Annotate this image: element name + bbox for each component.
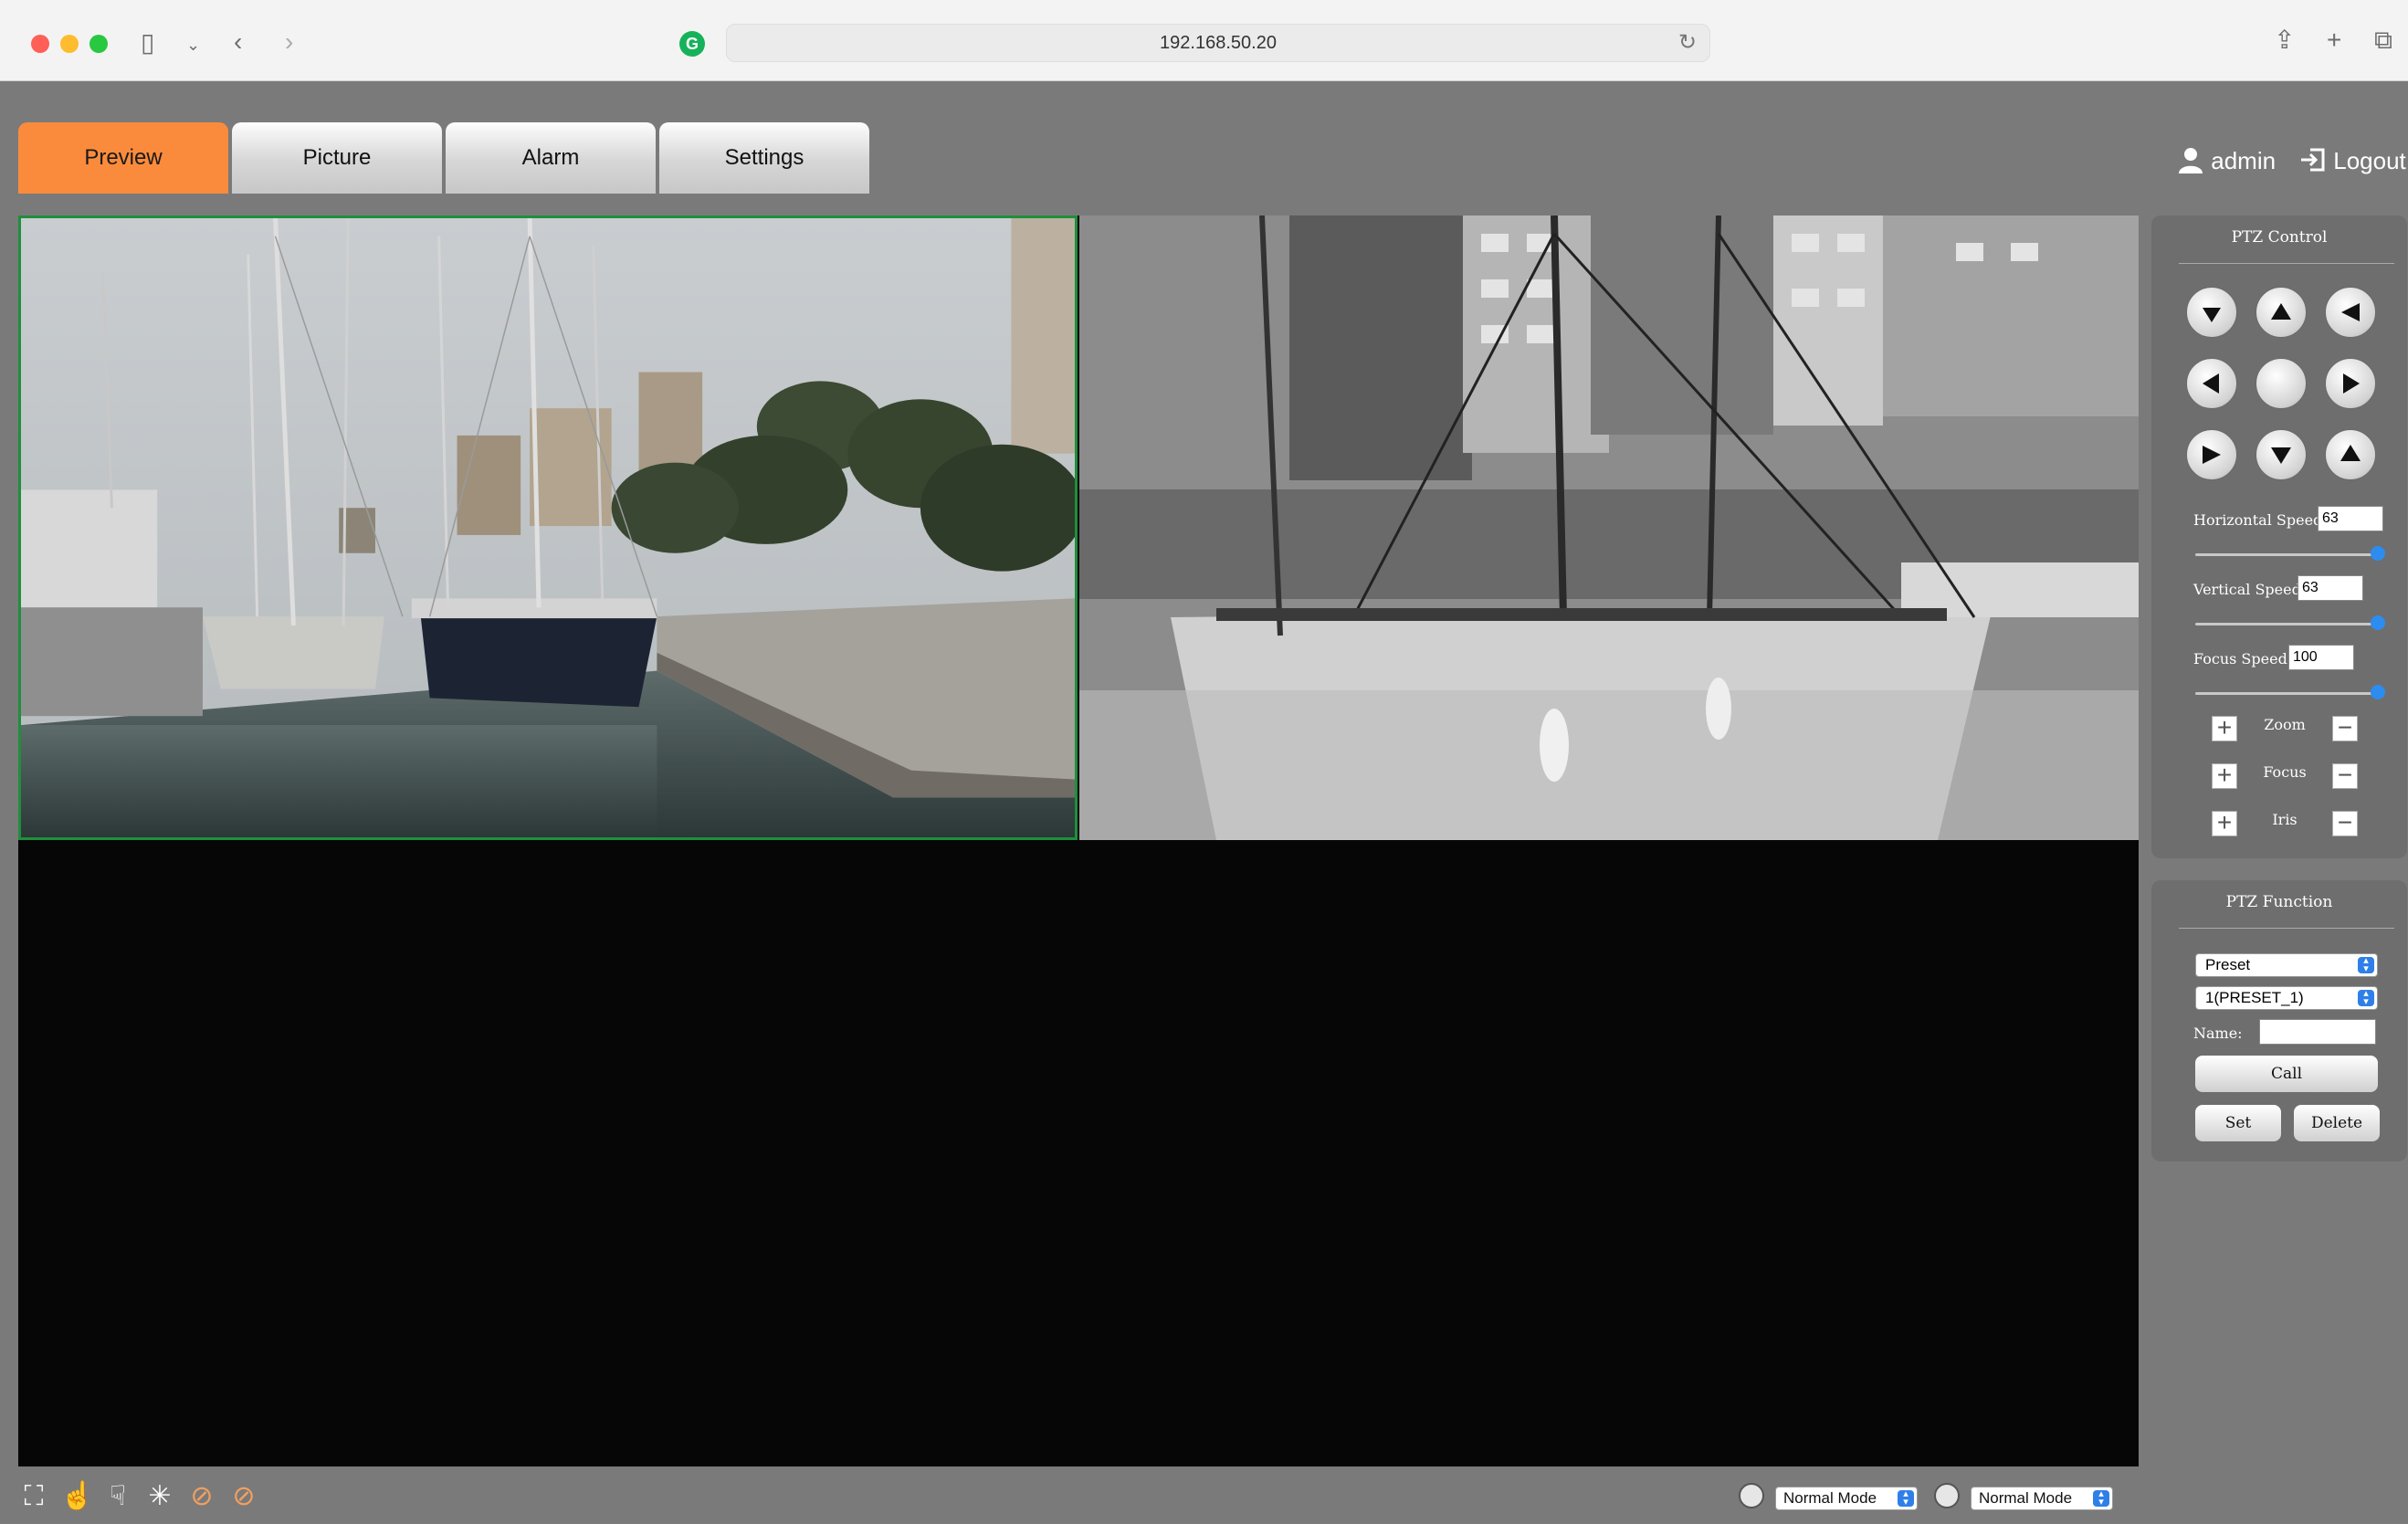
ptz-up-button[interactable]	[2256, 287, 2307, 338]
ptz-function-title: PTZ Function	[2225, 893, 2333, 911]
zoom-out-button[interactable]: −	[2332, 715, 2358, 741]
zoom-label: Zoom	[2264, 716, 2306, 733]
call-preset-button[interactable]: Call	[2195, 1056, 2378, 1092]
iris-close-button[interactable]: −	[2332, 810, 2358, 836]
channel2-mode-icon	[1934, 1483, 1960, 1508]
vertical-speed-input[interactable]: 63	[2298, 575, 2363, 601]
new-tab-icon[interactable]: +	[2327, 27, 2341, 53]
arrow-down-icon	[2271, 447, 2291, 464]
tab-picture[interactable]: Picture	[232, 122, 442, 194]
arrow-down-right-icon	[2340, 445, 2361, 461]
preset-value: 1(PRESET_1)	[2205, 989, 2304, 1006]
channel2-mode-select[interactable]: Normal Mode ▴ ▾	[1971, 1487, 2113, 1510]
vertical-speed-label: Vertical Speed	[2193, 581, 2301, 598]
chevron-updown-icon: ▴ ▾	[2358, 956, 2374, 974]
preset-select[interactable]: 1(PRESET_1) ▴ ▾	[2195, 986, 2378, 1010]
tab-settings[interactable]: Settings	[659, 122, 869, 194]
logout-label: Logout	[2333, 147, 2406, 174]
audio-disabled-icon[interactable]: ⊘	[228, 1481, 259, 1512]
focus-speed-label: Focus Speed:	[2193, 650, 2293, 667]
username: admin	[2211, 147, 2277, 174]
share-icon[interactable]: ⇪	[2274, 27, 2295, 53]
video-channel-thermal[interactable]	[1079, 215, 2139, 840]
horizontal-speed-slider[interactable]	[2195, 553, 2378, 556]
browser-toolbar: ▯ ⌄ ‹ › G 192.168.50.20 ↻ ⇪ + ⧉	[0, 0, 2408, 81]
vertical-speed-slider-thumb[interactable]	[2371, 615, 2385, 630]
back-icon[interactable]: ‹	[234, 29, 242, 55]
focus-speed-slider[interactable]	[2195, 692, 2378, 695]
arrow-left-icon	[2203, 373, 2219, 394]
logout-link[interactable]: Logout	[2299, 142, 2406, 179]
tab-alarm[interactable]: Alarm	[446, 122, 656, 194]
horizontal-speed-slider-thumb[interactable]	[2371, 546, 2385, 561]
ptz-control-panel: PTZ Control Horizontal Speed 63 Vertical…	[2151, 215, 2407, 858]
video-grid[interactable]	[18, 215, 2139, 1466]
channel2-mode-value: Normal Mode	[1979, 1489, 2073, 1507]
zoom-window-button[interactable]	[89, 35, 108, 53]
ptz-left-button[interactable]	[2186, 358, 2237, 409]
chevron-updown-icon: ▴ ▾	[1898, 1489, 1914, 1508]
visible-camera-image	[21, 218, 1075, 837]
channel1-mode-value: Normal Mode	[1783, 1489, 1877, 1507]
ptz-control-title: PTZ Control	[2231, 228, 2328, 247]
arrow-up-icon	[2271, 303, 2291, 320]
iris-label: Iris	[2272, 811, 2298, 828]
video-channel-visible[interactable]	[18, 215, 1078, 840]
chevron-updown-icon: ▴ ▾	[2093, 1489, 2109, 1508]
user-account[interactable]: admin	[2177, 142, 2276, 179]
arrow-right-icon	[2343, 373, 2360, 394]
tab-preview[interactable]: Preview	[18, 122, 228, 194]
divider	[2179, 263, 2394, 264]
focus-far-button[interactable]: −	[2332, 762, 2358, 789]
ptz-right-up-button[interactable]	[2325, 287, 2376, 338]
wiper-icon[interactable]: ✳	[144, 1481, 175, 1512]
ptz-down-button[interactable]	[2256, 429, 2307, 480]
ptz-right-button[interactable]	[2325, 358, 2376, 409]
ptz-left-down-button[interactable]	[2186, 429, 2237, 480]
user-icon	[2179, 148, 2203, 173]
arrow-up-right-icon	[2341, 303, 2360, 321]
ptz-function-value: Preset	[2205, 956, 2251, 973]
chevron-updown-icon: ▴ ▾	[2358, 989, 2374, 1007]
chevron-down-icon[interactable]: ⌄	[186, 32, 200, 58]
thermal-camera-image	[1079, 215, 2139, 840]
channel1-mode-icon	[1739, 1483, 1764, 1508]
snapshot-icon[interactable]: ⛶	[18, 1481, 49, 1512]
minimize-window-button[interactable]	[60, 35, 79, 53]
horizontal-speed-input[interactable]: 63	[2318, 506, 2383, 531]
address-bar[interactable]: 192.168.50.20 ↻	[726, 24, 1710, 62]
ptz-center-button[interactable]	[2256, 358, 2307, 409]
tab-overview-icon[interactable]: ⧉	[2374, 27, 2392, 53]
url-text: 192.168.50.20	[1160, 33, 1277, 53]
record-disabled-icon[interactable]: ⊘	[186, 1481, 217, 1512]
ptz-right-down-button[interactable]	[2325, 429, 2376, 480]
reload-icon[interactable]: ↻	[1678, 25, 1697, 61]
vertical-speed-slider[interactable]	[2195, 623, 2378, 625]
bottom-toolbar: ⛶ ☝ ☟ ✳ ⊘ ⊘ Normal Mode ▴ ▾ Normal Mode ▴…	[0, 1468, 2408, 1524]
set-preset-button[interactable]: Set	[2195, 1105, 2281, 1141]
preset-name-label: Name:	[2193, 1025, 2243, 1042]
channel1-mode-select[interactable]: Normal Mode ▴ ▾	[1775, 1487, 1918, 1510]
focus-speed-slider-thumb[interactable]	[2371, 685, 2385, 699]
focus-label: Focus	[2263, 763, 2307, 781]
sidebar-icon[interactable]: ▯	[141, 30, 154, 56]
divider	[2179, 928, 2394, 929]
ptz-function-panel: PTZ Function Preset ▴ ▾ 1(PRESET_1) ▴ ▾ Na…	[2151, 880, 2407, 1161]
ptz-function-select[interactable]: Preset ▴ ▾	[2195, 953, 2378, 977]
focus-speed-input[interactable]: 100	[2288, 645, 2354, 670]
logout-icon	[2301, 148, 2325, 172]
preset-name-input[interactable]	[2259, 1019, 2376, 1045]
arrow-down-left-icon	[2203, 446, 2221, 464]
hand-cursor-icon[interactable]: ☝	[60, 1481, 94, 1512]
close-window-button[interactable]	[31, 35, 49, 53]
delete-preset-button[interactable]: Delete	[2294, 1105, 2380, 1141]
horizontal-speed-label: Horizontal Speed	[2193, 511, 2323, 529]
forward-icon[interactable]: ›	[285, 29, 293, 55]
ptz-left-up-button[interactable]	[2186, 287, 2237, 338]
arrow-up-left-icon	[2203, 308, 2221, 322]
hand-select-icon[interactable]: ☟	[102, 1481, 133, 1512]
grammarly-extension-icon[interactable]: G	[679, 31, 705, 57]
